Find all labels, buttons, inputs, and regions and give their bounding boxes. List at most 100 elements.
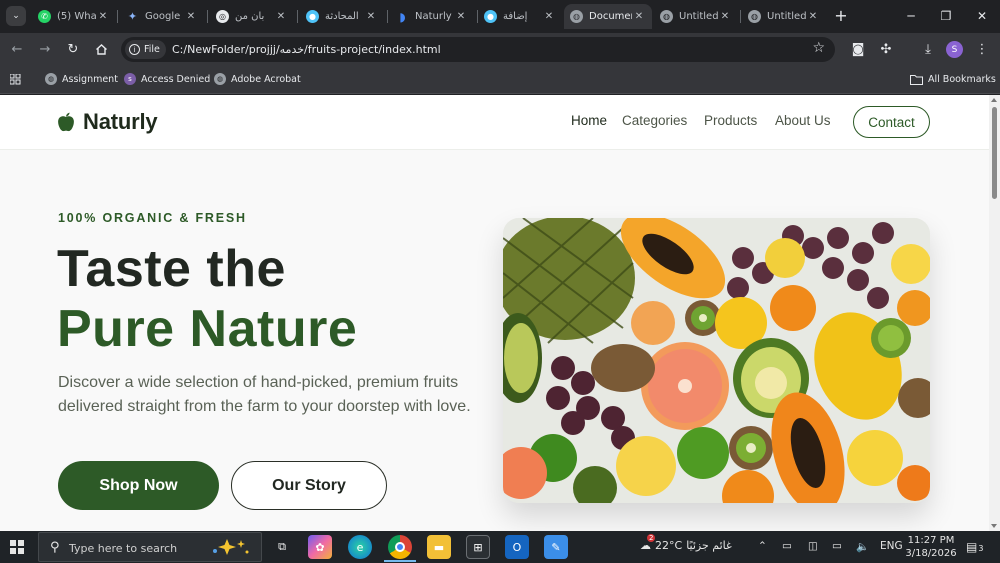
- forward-button[interactable]: →: [35, 39, 55, 59]
- arrow-left-icon: ←: [11, 41, 23, 57]
- close-window-button[interactable]: ✕: [964, 0, 1000, 32]
- meet-now-icon[interactable]: ◫: [808, 540, 818, 552]
- all-bookmarks-label: All Bookmarks: [928, 73, 996, 85]
- windows-taskbar: ⚲ Type here to search ⧉ ✿ e ▬ ⊞ O ✎ ☁ 2 2…: [0, 531, 1000, 563]
- tab-search-button[interactable]: ⌄: [6, 6, 26, 26]
- microsoft-store-app[interactable]: ⊞: [466, 535, 490, 559]
- tab-naturly[interactable]: ◗ Naturly ✕: [390, 4, 474, 29]
- tab-title: Google Gemini: [145, 11, 184, 22]
- input-language[interactable]: ENG: [880, 540, 903, 552]
- edge-app[interactable]: e: [348, 535, 372, 559]
- plus-icon: +: [834, 6, 848, 25]
- tab-chat-1[interactable]: ● المحادثة ✕: [300, 4, 384, 29]
- chevron-down-icon: ⌄: [12, 11, 20, 21]
- tab-untitled-1[interactable]: ◍ Untitled ✕: [654, 4, 738, 29]
- new-tab-button[interactable]: +: [832, 6, 850, 26]
- outlook-app[interactable]: O: [505, 535, 529, 559]
- nav-link-home[interactable]: Home: [571, 113, 607, 128]
- battery-icon[interactable]: ▭: [832, 540, 842, 552]
- site-navbar: Naturly Home Categories Products About U…: [0, 95, 989, 150]
- folder-icon: [910, 74, 923, 85]
- tab-whatsapp[interactable]: ✆ (5) WhatsApp ✕: [32, 4, 116, 29]
- downloads-button[interactable]: ⤓: [918, 39, 938, 59]
- apps-button[interactable]: [10, 72, 21, 86]
- volume-icon[interactable]: 🔈: [856, 540, 869, 553]
- clock-date: 3/18/2026: [905, 548, 957, 559]
- chat-icon: ●: [484, 10, 497, 23]
- bookmark-star-icon[interactable]: ☆: [812, 40, 825, 56]
- our-story-button[interactable]: Our Story: [231, 461, 387, 510]
- close-icon[interactable]: ✕: [454, 11, 468, 22]
- site-logo[interactable]: Naturly: [57, 109, 158, 135]
- shop-now-button[interactable]: Shop Now: [58, 461, 219, 510]
- tab-strip: ⌄ ✆ (5) WhatsApp ✕ ✦ Google Gemini ✕ ◎ ب…: [0, 0, 1000, 33]
- close-icon[interactable]: ✕: [184, 11, 198, 22]
- chatgpt-icon: ◎: [216, 10, 229, 23]
- close-icon: ✕: [976, 9, 988, 23]
- nav-link-about[interactable]: About Us: [775, 113, 831, 128]
- address-bar[interactable]: i File C:/NewFolder/projjj/خدمه/fruits-p…: [121, 37, 835, 62]
- naturly-icon: ◗: [399, 9, 406, 24]
- chrome-icon: [395, 542, 405, 552]
- copilot-app[interactable]: ✿: [308, 535, 332, 559]
- system-clock[interactable]: 11:27 PM 3/18/2026: [904, 534, 958, 560]
- camera-icon: ◙: [851, 41, 865, 57]
- chevron-up-icon[interactable]: ⌃: [758, 540, 767, 552]
- close-icon[interactable]: ✕: [96, 11, 110, 22]
- store-icon: ⊞: [473, 540, 483, 554]
- chat-icon: ●: [306, 10, 319, 23]
- camera-button[interactable]: ◙: [848, 39, 868, 59]
- tab-chat-2[interactable]: ● إضافة ✕: [478, 4, 562, 29]
- tab-gemini[interactable]: ✦ Google Gemini ✕: [120, 4, 204, 29]
- outlook-icon: O: [512, 540, 522, 554]
- all-bookmarks-button[interactable]: All Bookmarks: [910, 72, 996, 86]
- chrome-app[interactable]: [388, 535, 412, 559]
- nav-link-products[interactable]: Products: [704, 113, 757, 128]
- notification-count: 3: [978, 544, 984, 553]
- page-scrollbar[interactable]: [989, 95, 1000, 531]
- bookmark-assignment[interactable]: ◍ Assignment: [45, 72, 118, 86]
- close-icon[interactable]: ✕: [274, 11, 288, 22]
- task-view-button[interactable]: ⧉: [270, 535, 294, 559]
- home-icon: [95, 43, 107, 55]
- reload-button[interactable]: ↻: [63, 39, 83, 59]
- site-info-chip[interactable]: i File: [125, 40, 166, 59]
- home-button[interactable]: [91, 39, 111, 59]
- nav-link-categories[interactable]: Categories: [622, 113, 687, 128]
- tab-document[interactable]: ◍ Document ✕: [564, 4, 652, 29]
- profile-avatar[interactable]: S: [946, 41, 963, 58]
- copilot-sparkle-icon: [213, 539, 249, 555]
- close-icon[interactable]: ✕: [364, 11, 378, 22]
- restore-button[interactable]: ❐: [928, 0, 964, 32]
- tab-separator: [297, 10, 298, 23]
- url-text[interactable]: C:/NewFolder/projjj/خدمه/fruits-project/…: [172, 43, 441, 56]
- file-explorer-app[interactable]: ▬: [427, 535, 451, 559]
- apps-grid-icon: [10, 73, 21, 84]
- extensions-button[interactable]: ✣: [876, 39, 896, 59]
- close-icon[interactable]: ✕: [806, 11, 820, 22]
- pen-app[interactable]: ✎: [544, 535, 568, 559]
- network-icon[interactable]: ▭: [782, 540, 792, 552]
- notifications-icon[interactable]: ▤3: [966, 540, 983, 554]
- scrollbar-thumb[interactable]: [992, 107, 997, 199]
- close-icon[interactable]: ✕: [632, 11, 646, 22]
- scroll-down-icon[interactable]: [991, 524, 997, 528]
- tab-chatgpt[interactable]: ◎ بان من ✕: [210, 4, 294, 29]
- back-button[interactable]: ←: [7, 39, 27, 59]
- taskbar-search-box[interactable]: ⚲ Type here to search: [38, 532, 262, 562]
- scroll-up-icon[interactable]: [991, 98, 997, 102]
- bookmarks-bar: ◍ Assignment s Access Denied ◍ Adobe Acr…: [0, 65, 1000, 94]
- tab-untitled-2[interactable]: ◍ Untitled ✕: [742, 4, 826, 29]
- windows-start-button[interactable]: [10, 540, 24, 554]
- menu-button[interactable]: ⋮: [972, 39, 992, 59]
- bookmark-access-denied[interactable]: s Access Denied: [124, 72, 210, 86]
- apple-icon: [58, 112, 74, 131]
- weather-widget[interactable]: ☁ 2 22°C غائم جزئيًا: [640, 534, 732, 552]
- close-icon[interactable]: ✕: [718, 11, 732, 22]
- close-icon[interactable]: ✕: [542, 11, 556, 22]
- bookmark-adobe-acrobat[interactable]: ◍ Adobe Acrobat: [214, 72, 301, 86]
- bookmark-label: Assignment: [62, 73, 118, 85]
- contact-button[interactable]: Contact: [853, 106, 930, 138]
- minimize-button[interactable]: ─: [893, 0, 929, 32]
- tab-separator: [387, 10, 388, 23]
